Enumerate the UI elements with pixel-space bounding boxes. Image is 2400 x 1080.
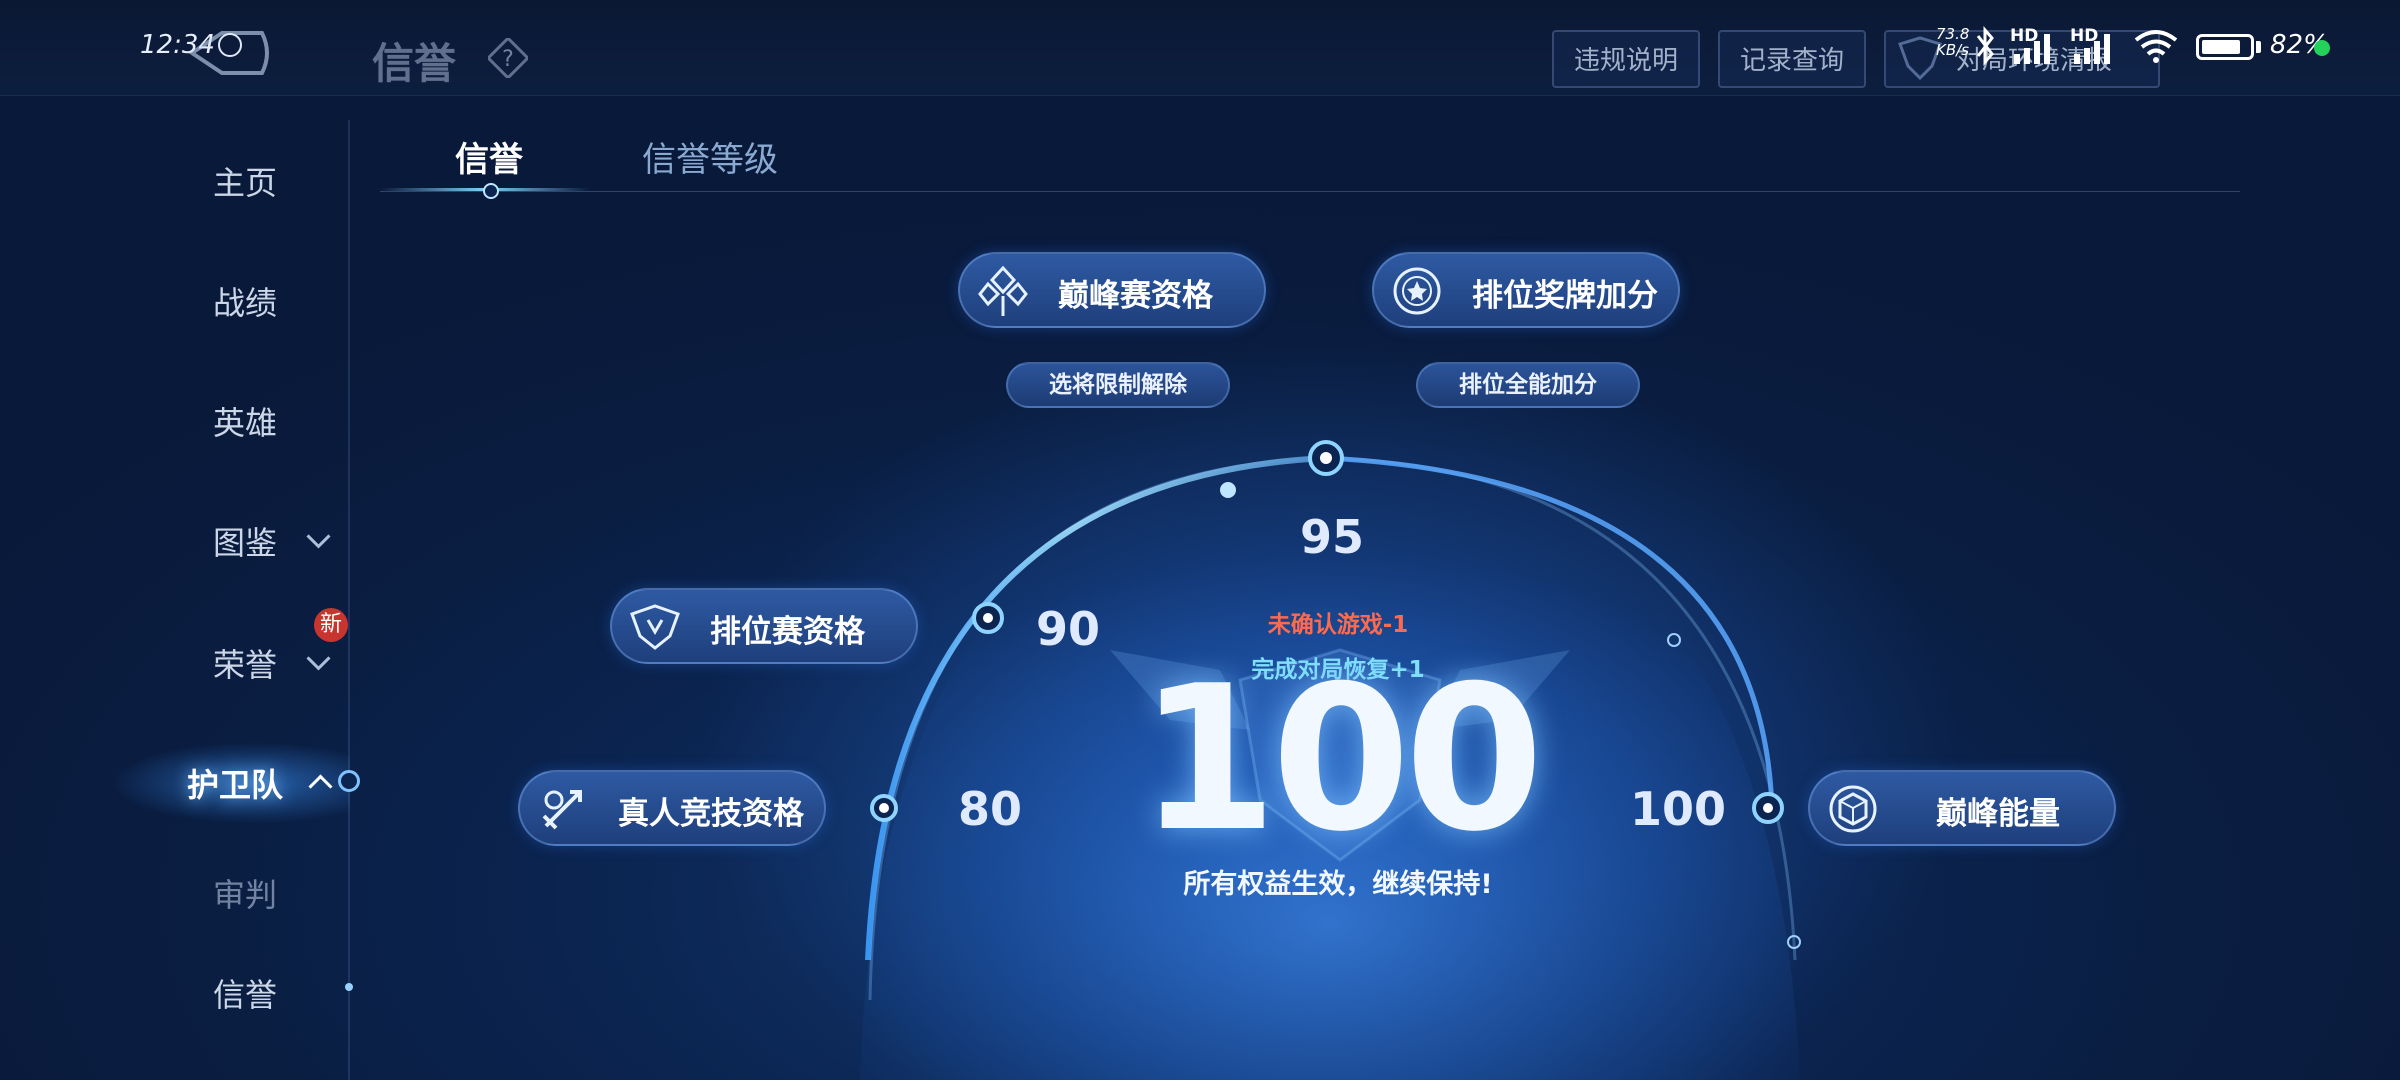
real-person-competitive-qualification[interactable]: 真人竞技资格: [518, 770, 826, 846]
ranked-qualification[interactable]: 排位赛资格: [610, 588, 918, 664]
credit-score: 100: [1138, 643, 1543, 876]
rank-medal-bonus[interactable]: 排位奖牌加分: [1372, 252, 1680, 328]
gauge-node-mid: [1220, 482, 1236, 498]
peak-match-qualification[interactable]: 巅峰赛资格: [958, 252, 1266, 328]
rank-allround-bonus[interactable]: 排位全能加分: [1416, 362, 1640, 408]
real-comp-label: 真人竞技资格: [618, 796, 804, 832]
tick-90: 90: [1036, 602, 1101, 656]
rank-medal-label: 排位奖牌加分: [1472, 278, 1658, 314]
tick-95: 95: [1300, 510, 1365, 564]
peak-energy-label: 巅峰能量: [1936, 796, 2060, 832]
pick-restriction-lifted[interactable]: 选将限制解除: [1006, 362, 1230, 408]
ranked-shield-icon: [630, 604, 680, 650]
tick-100: 100: [1630, 782, 1727, 836]
star-medal-icon: [1393, 267, 1441, 315]
credit-gauge: [860, 440, 1801, 1080]
peak-energy[interactable]: 巅峰能量: [1808, 770, 2116, 846]
energy-cube-icon: [1829, 785, 1877, 833]
sword-icon: [542, 790, 582, 830]
peak-icon: [978, 265, 1028, 316]
status-message: 所有权益生效，继续保持!: [1183, 869, 1493, 900]
ranked-label: 排位赛资格: [710, 614, 865, 650]
peak-match-label: 巅峰赛资格: [1058, 278, 1213, 314]
unconfirmed-game-text: 未确认游戏-1: [1267, 612, 1409, 638]
tick-80: 80: [958, 782, 1023, 836]
